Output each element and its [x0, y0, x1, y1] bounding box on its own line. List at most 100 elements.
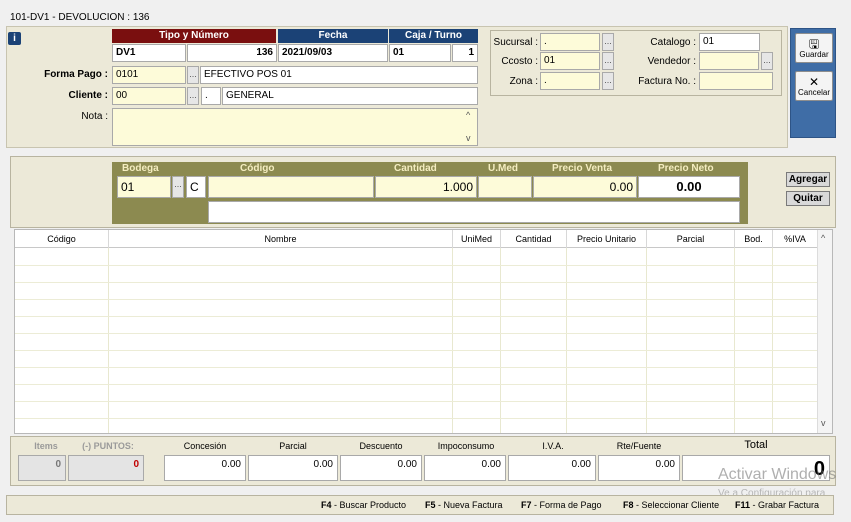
grid-scrollbar[interactable]: ^ v	[817, 230, 832, 433]
shortcut-f4[interactable]: F4 - Buscar Producto	[321, 500, 406, 510]
cliente-label: Cliente :	[68, 90, 108, 101]
shortcut-f5[interactable]: F5 - Nueva Factura	[425, 500, 503, 510]
caja-field[interactable]: 01	[389, 44, 451, 62]
nota-scroll-down-icon[interactable]: v	[466, 133, 471, 143]
col-iva[interactable]: %IVA	[773, 230, 818, 248]
action-panel: 🖫 Guardar ✕ Cancelar	[790, 28, 836, 138]
guardar-label: Guardar	[799, 49, 829, 59]
umed-field[interactable]	[478, 176, 532, 198]
bodega-header: Bodega	[122, 163, 159, 174]
vendedor-label: Vendedor :	[647, 56, 696, 67]
vendedor-lookup-button[interactable]: ...	[761, 52, 773, 70]
cancelar-label: Cancelar	[797, 87, 830, 97]
nota-scroll-up-icon[interactable]: ^	[466, 110, 470, 120]
col-codigo[interactable]: Código	[15, 230, 109, 248]
concesion-field: 0.00	[164, 455, 246, 481]
col-precio-unitario[interactable]: Precio Unitario	[567, 230, 647, 248]
forma-pago-desc-field[interactable]: EFECTIVO POS 01	[200, 66, 478, 84]
umed-header: U.Med	[488, 163, 518, 174]
product-description-field[interactable]	[208, 201, 740, 223]
tipo-field[interactable]: DV1	[112, 44, 186, 62]
precio-neto-header: Precio Neto	[658, 163, 714, 174]
shortcut-f11[interactable]: F11 - Grabar Factura	[735, 500, 819, 510]
turno-field[interactable]: 1	[452, 44, 478, 62]
agregar-button[interactable]: Agregar	[786, 172, 830, 187]
factura-no-field[interactable]	[699, 72, 773, 90]
cantidad-field[interactable]: 1.000	[375, 176, 477, 198]
col-nombre[interactable]: Nombre	[109, 230, 453, 248]
quitar-button[interactable]: Quitar	[786, 191, 830, 206]
catalogo-label: Catalogo :	[650, 37, 696, 48]
shortcut-f8[interactable]: F8 - Seleccionar Cliente	[623, 500, 719, 510]
tipo-numero-header: Tipo y Número	[112, 29, 276, 43]
col-cantidad[interactable]: Cantidad	[501, 230, 567, 248]
sucursal-label: Sucursal :	[493, 37, 538, 48]
chevron-up-icon[interactable]: ^	[821, 233, 825, 243]
vendedor-field[interactable]	[699, 52, 759, 70]
cancelar-button[interactable]: ✕ Cancelar	[795, 71, 833, 101]
sucursal-field[interactable]: .	[540, 33, 600, 51]
items-grid[interactable]: Código Nombre UniMed Cantidad Precio Uni…	[14, 229, 833, 434]
items-count: 0	[18, 455, 66, 481]
numero-field[interactable]: 136	[187, 44, 277, 62]
ccosto-field[interactable]: 01	[540, 52, 600, 70]
descuento-field: 0.00	[340, 455, 422, 481]
zona-field[interactable]: .	[540, 72, 600, 90]
impoconsumo-field: 0.00	[424, 455, 506, 481]
rte-fuente-label: Rte/Fuente	[616, 441, 662, 451]
window-title: 101-DV1 - DEVOLUCION : 136	[0, 0, 851, 26]
codigo-header: Código	[240, 163, 275, 174]
nota-field[interactable]	[112, 108, 478, 146]
close-icon: ✕	[808, 74, 820, 89]
precio-venta-field[interactable]: 0.00	[533, 176, 637, 198]
ccosto-label: Ccosto :	[501, 56, 538, 67]
guardar-button[interactable]: 🖫 Guardar	[795, 33, 833, 63]
forma-pago-label: Forma Pago :	[44, 69, 108, 80]
windows-activation-watermark: Activar Windows	[718, 466, 837, 483]
precio-neto-field[interactable]: 0.00	[638, 176, 740, 198]
total-label: Total	[744, 439, 768, 451]
concesion-label: Concesión	[183, 441, 227, 451]
rte-fuente-field: 0.00	[598, 455, 680, 481]
parcial-field: 0.00	[248, 455, 338, 481]
bodega-lookup-button[interactable]: ...	[172, 176, 184, 198]
caja-turno-header: Caja / Turno	[389, 29, 478, 43]
iva-field: 0.00	[508, 455, 596, 481]
forma-pago-code-field[interactable]: 0101	[112, 66, 186, 84]
codigo-field[interactable]	[208, 176, 374, 198]
shortcut-bar: F4 - Buscar Producto F5 - Nueva Factura …	[6, 495, 834, 515]
cliente-code-field[interactable]: 00	[112, 87, 186, 105]
items-label: Items	[34, 441, 58, 451]
zona-lookup-button[interactable]: ...	[602, 72, 614, 90]
iva-label: I.V.A.	[542, 441, 564, 451]
c-field[interactable]: C	[186, 176, 206, 198]
fecha-header: Fecha	[278, 29, 388, 43]
sucursal-lookup-button[interactable]: ...	[602, 33, 614, 51]
factura-no-label: Factura No. :	[638, 76, 696, 87]
floppy-disk-icon: 🖫	[808, 36, 820, 51]
puntos-value: 0	[68, 455, 144, 481]
info-icon[interactable]: i	[8, 32, 21, 45]
shortcut-f7[interactable]: F7 - Forma de Pago	[521, 500, 602, 510]
cliente-name-field[interactable]: GENERAL	[222, 87, 478, 105]
col-parcial[interactable]: Parcial	[647, 230, 735, 248]
chevron-down-icon[interactable]: v	[821, 418, 826, 428]
fecha-field[interactable]: 2021/09/03	[278, 44, 388, 62]
catalogo-field[interactable]: 01	[699, 33, 760, 51]
parcial-label: Parcial	[279, 441, 307, 451]
zona-label: Zona :	[509, 76, 538, 87]
impoconsumo-label: Impoconsumo	[437, 441, 495, 451]
ccosto-lookup-button[interactable]: ...	[602, 52, 614, 70]
cantidad-header: Cantidad	[394, 163, 437, 174]
bodega-field[interactable]: 01	[117, 176, 171, 198]
nota-label: Nota :	[81, 111, 108, 122]
col-bod[interactable]: Bod.	[735, 230, 773, 248]
grid-header: Código Nombre UniMed Cantidad Precio Uni…	[15, 230, 818, 248]
descuento-label: Descuento	[359, 441, 403, 451]
puntos-label: (-) PUNTOS:	[82, 441, 134, 451]
cliente-sub-field[interactable]: .	[201, 87, 221, 105]
precio-venta-header: Precio Venta	[552, 163, 613, 174]
cliente-lookup-button[interactable]: ...	[187, 87, 199, 105]
forma-pago-lookup-button[interactable]: ...	[187, 66, 199, 84]
col-unimed[interactable]: UniMed	[453, 230, 501, 248]
